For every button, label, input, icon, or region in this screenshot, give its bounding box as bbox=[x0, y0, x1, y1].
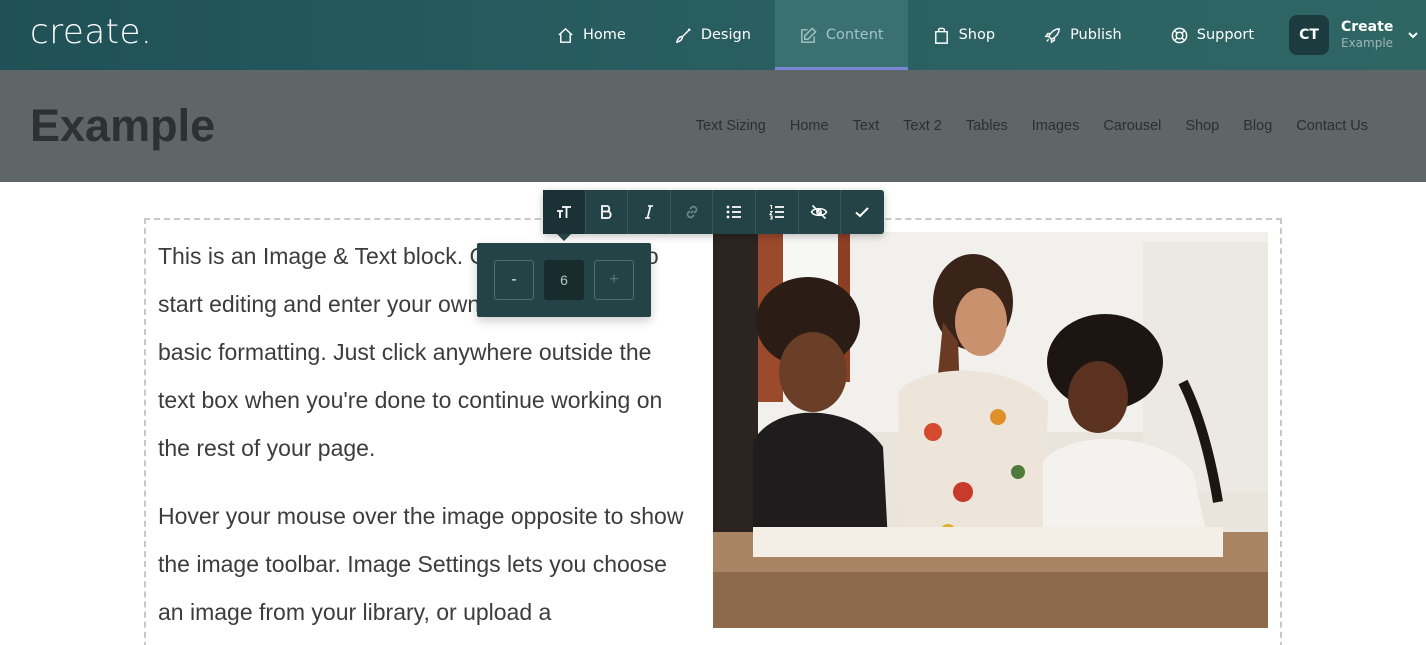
nav-shop[interactable]: Shop bbox=[908, 0, 1019, 70]
user-site: Example bbox=[1341, 36, 1394, 51]
user-menu[interactable]: CT Create Example bbox=[1289, 15, 1419, 55]
decrease-size-button[interactable]: - bbox=[494, 260, 534, 300]
bold-icon bbox=[601, 205, 612, 219]
hide-icon bbox=[810, 204, 828, 220]
paragraph-2[interactable]: Hover your mouse over the image opposite… bbox=[158, 492, 688, 636]
site-nav-text-2[interactable]: Text 2 bbox=[903, 118, 942, 134]
hide-button[interactable] bbox=[799, 190, 842, 234]
text-format-toolbar bbox=[543, 190, 884, 234]
bold-button[interactable] bbox=[586, 190, 629, 234]
user-text: Create Example bbox=[1341, 19, 1393, 50]
check-icon bbox=[855, 207, 870, 218]
site-nav-tables[interactable]: Tables bbox=[966, 118, 1008, 134]
bag-icon bbox=[934, 27, 948, 44]
site-nav-images[interactable]: Images bbox=[1032, 118, 1080, 134]
text-size-icon bbox=[556, 206, 571, 218]
avatar[interactable]: CT bbox=[1289, 15, 1329, 55]
nav-home[interactable]: Home bbox=[532, 0, 650, 70]
italic-button[interactable] bbox=[628, 190, 671, 234]
link-icon bbox=[686, 205, 697, 219]
home-icon bbox=[558, 27, 573, 43]
nav-content[interactable]: Content bbox=[774, 0, 908, 70]
nav-design[interactable]: Design bbox=[650, 0, 775, 70]
text-size-value: 6 bbox=[544, 260, 584, 300]
site-nav-text[interactable]: Text bbox=[853, 118, 880, 134]
site-nav-shop[interactable]: Shop bbox=[1185, 118, 1219, 134]
nav-design-label: Design bbox=[700, 27, 751, 43]
nav-support-label: Support bbox=[1196, 27, 1255, 43]
nav-publish[interactable]: Publish bbox=[1019, 0, 1146, 70]
site-nav-text-sizing[interactable]: Text Sizing bbox=[696, 118, 766, 134]
brush-icon bbox=[675, 27, 691, 43]
site-nav-blog[interactable]: Blog bbox=[1243, 118, 1272, 134]
done-button[interactable] bbox=[841, 190, 884, 234]
app-topbar: create. Home Design Content Shop Publish… bbox=[0, 0, 1426, 70]
main-nav: Home Design Content Shop Publish Support bbox=[532, 0, 1278, 70]
nav-home-label: Home bbox=[583, 27, 626, 43]
rocket-icon bbox=[1044, 27, 1060, 43]
bullet-list-button[interactable] bbox=[713, 190, 756, 234]
text-size-button[interactable] bbox=[543, 190, 586, 234]
edit-icon bbox=[801, 26, 817, 43]
increase-size-button[interactable]: + bbox=[594, 260, 634, 300]
site-title[interactable]: Example bbox=[30, 100, 215, 152]
site-nav-home[interactable]: Home bbox=[790, 118, 829, 134]
site-header: Example Text Sizing Home Text Text 2 Tab… bbox=[0, 70, 1426, 182]
site-nav: Text Sizing Home Text Text 2 Tables Imag… bbox=[696, 118, 1368, 134]
nav-publish-label: Publish bbox=[1070, 27, 1122, 43]
numbered-list-icon bbox=[768, 204, 784, 220]
text-size-popover: - 6 + bbox=[477, 243, 651, 317]
italic-icon bbox=[644, 205, 653, 219]
nav-shop-label: Shop bbox=[958, 27, 996, 43]
toolbar-caret bbox=[557, 234, 571, 241]
block-image[interactable] bbox=[713, 232, 1268, 628]
chevron-down-icon[interactable] bbox=[1407, 29, 1419, 41]
nav-content-label: Content bbox=[825, 27, 884, 43]
bullet-list-icon bbox=[726, 205, 742, 219]
people-photo bbox=[713, 232, 1268, 628]
numbered-list-button[interactable] bbox=[756, 190, 799, 234]
link-button[interactable] bbox=[671, 190, 714, 234]
user-name: Create bbox=[1341, 19, 1394, 36]
create-logo[interactable]: create. bbox=[30, 12, 152, 52]
site-nav-contact[interactable]: Contact Us bbox=[1296, 118, 1368, 134]
lifebuoy-icon bbox=[1171, 27, 1188, 43]
site-nav-carousel[interactable]: Carousel bbox=[1103, 118, 1161, 134]
nav-support[interactable]: Support bbox=[1146, 0, 1278, 70]
